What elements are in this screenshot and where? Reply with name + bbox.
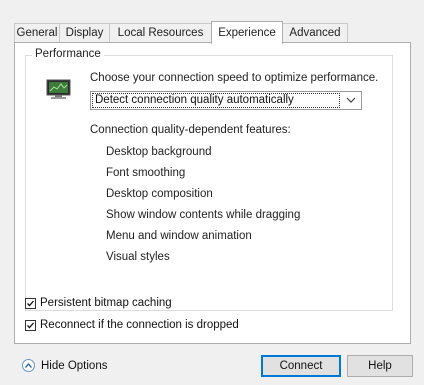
feature-item: Show window contents while dragging <box>106 209 301 221</box>
chevron-up-icon[interactable] <box>22 359 35 372</box>
help-button-label: Help <box>368 360 392 372</box>
feature-item: Desktop background <box>106 146 212 158</box>
hide-options-label: Hide Options <box>41 359 108 372</box>
persistent-bitmap-caching-checkbox[interactable]: Persistent bitmap caching <box>25 297 172 309</box>
check-icon <box>27 300 34 306</box>
checkbox-box[interactable] <box>25 319 36 331</box>
check-icon <box>27 322 34 328</box>
connection-speed-dropdown[interactable]: Detect connection quality automatically <box>90 91 362 110</box>
group-title: Performance <box>32 48 104 60</box>
tab-advanced[interactable]: Advanced <box>282 23 348 42</box>
checkbox-label: Persistent bitmap caching <box>40 297 172 309</box>
feature-item: Visual styles <box>106 251 170 263</box>
chevron-down-icon <box>346 97 356 103</box>
connection-speed-label: Choose your connection speed to optimize… <box>90 72 379 84</box>
monitor-icon <box>46 79 71 99</box>
tab-general[interactable]: General <box>14 23 60 42</box>
tab-experience[interactable]: Experience <box>211 21 283 44</box>
connect-button-label: Connect <box>279 360 323 372</box>
tab-local-resources[interactable]: Local Resources <box>109 23 212 42</box>
feature-item: Menu and window animation <box>106 230 252 242</box>
tab-display[interactable]: Display <box>59 23 110 42</box>
connect-button[interactable]: Connect <box>261 355 341 377</box>
checkbox-label: Reconnect if the connection is dropped <box>40 319 239 331</box>
experience-panel: Performance Choose your connection speed… <box>14 42 411 344</box>
checkbox-box[interactable] <box>25 297 36 309</box>
features-label: Connection quality-dependent features: <box>90 124 291 136</box>
reconnect-checkbox[interactable]: Reconnect if the connection is dropped <box>25 319 239 331</box>
tab-label: Advanced <box>289 27 341 39</box>
feature-item: Desktop composition <box>106 188 213 200</box>
tab-label: Local Resources <box>117 27 204 39</box>
tab-label: Experience <box>218 27 276 39</box>
dialog-footer: Hide Options Connect Help <box>0 355 424 385</box>
help-button[interactable]: Help <box>347 355 413 377</box>
tab-label: General <box>16 27 58 39</box>
hide-options-toggle[interactable]: Hide Options <box>22 359 107 372</box>
performance-group: Performance Choose your connection speed… <box>25 48 393 311</box>
tab-label: Display <box>65 27 104 39</box>
feature-item: Font smoothing <box>106 167 186 179</box>
dropdown-selected-value: Detect connection quality automatically <box>92 93 340 108</box>
